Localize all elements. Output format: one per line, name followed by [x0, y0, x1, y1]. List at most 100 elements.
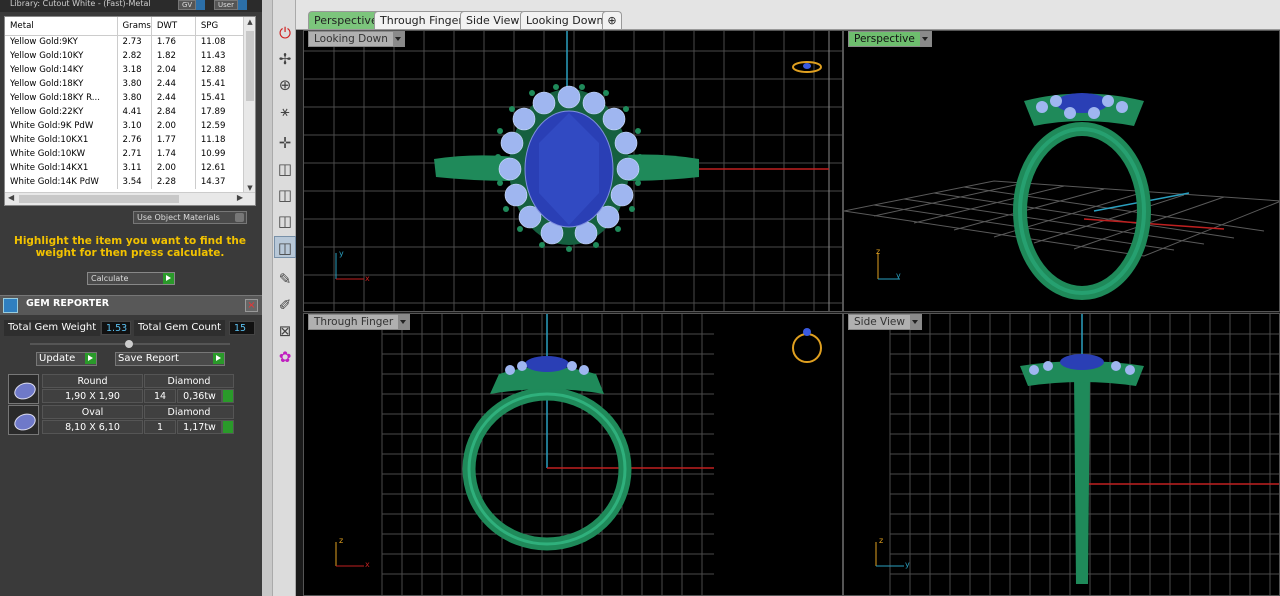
gem-shape: Round — [42, 374, 143, 388]
pencil-icon[interactable]: ✎ — [274, 268, 296, 290]
viewport-looking-down[interactable]: Looking Down y x — [303, 30, 843, 312]
axis-z-label: z — [879, 536, 884, 545]
table-row[interactable]: White Gold:14KX1 3.11 2.00 12.61 — [5, 161, 246, 175]
gem-weight: 0,36tw — [177, 389, 222, 403]
gem-row[interactable]: Oval Diamond 8,10 X 6,10 1 1,17tw — [8, 405, 236, 435]
save-report-button[interactable]: Save Report — [115, 352, 225, 366]
column-header-dwt[interactable]: DWT — [151, 17, 196, 36]
table-cell: 15.41 — [195, 77, 246, 91]
user-button[interactable]: User — [214, 0, 247, 10]
tab-looking-down[interactable]: Looking Down — [520, 11, 610, 29]
node-icon[interactable]: ⚹ — [274, 100, 296, 122]
table-cell: White Gold:10KW — [5, 147, 118, 161]
play-icon — [85, 353, 96, 364]
paint-icon[interactable]: ✐ — [274, 294, 296, 316]
table-row[interactable]: Yellow Gold:18KY 3.80 2.44 15.41 — [5, 77, 246, 91]
table-cell: White Gold:14KX1 — [5, 161, 118, 175]
cube-perspective-icon[interactable]: ◫ — [274, 158, 296, 180]
view-tabs: Perspective Through Finger Side View Loo… — [296, 0, 1280, 30]
user-dropdown-icon[interactable] — [237, 0, 247, 10]
table-row[interactable]: White Gold:10KX1 2.76 1.77 11.18 — [5, 133, 246, 147]
viewport-perspective[interactable]: Perspective z y — [843, 30, 1280, 312]
tab-side-view[interactable]: Side View — [460, 11, 526, 29]
chevron-down-icon[interactable] — [909, 315, 921, 329]
scroll-left-icon[interactable]: ◀ — [8, 193, 14, 202]
scroll-right-icon[interactable]: ▶ — [237, 193, 243, 202]
viewport-perspective-label[interactable]: Perspective — [848, 31, 932, 47]
panel-splitter[interactable] — [262, 0, 272, 596]
add-tab-icon[interactable]: ⊕ — [602, 11, 622, 29]
globe-icon[interactable]: ⊕ — [274, 74, 296, 96]
gem-count: 1 — [144, 420, 176, 434]
cube-top-icon[interactable]: ◫ — [274, 236, 296, 258]
metal-table-hscroll[interactable]: ◀ ▶ — [5, 192, 255, 205]
stop-icon[interactable]: ⏻ — [274, 22, 296, 44]
tab-perspective[interactable]: Perspective — [308, 11, 384, 29]
axis-y-label: y — [905, 560, 910, 569]
table-row[interactable]: Yellow Gold:14KY 3.18 2.04 12.88 — [5, 63, 246, 77]
table-cell: White Gold:14K PdW — [5, 175, 118, 189]
axis-icon[interactable]: ✛ — [274, 132, 296, 154]
instruction-text: Highlight the item you want to find the … — [14, 235, 246, 259]
table-cell: Yellow Gold:10KY — [5, 49, 118, 63]
viewport-side-view-label[interactable]: Side View — [848, 314, 922, 330]
gv-label: GV — [182, 1, 193, 9]
gem-reporter-header: GEM REPORTER × — [0, 295, 262, 315]
table-cell: White Gold:10KX1 — [5, 133, 118, 147]
slider-knob[interactable] — [125, 340, 133, 348]
chevron-down-icon[interactable] — [919, 32, 931, 46]
view-toolbar: ⏻ ✢ ⊕ ⚹ ✛ ◫ ◫ ◫ ◫ ✎ ✐ ⊠ ✿ — [272, 0, 296, 596]
table-cell: 1.77 — [151, 133, 196, 147]
scroll-up-icon[interactable]: ▲ — [245, 18, 255, 26]
column-header-spg[interactable]: SPG — [195, 17, 246, 36]
cube-front-icon[interactable]: ◫ — [274, 184, 296, 206]
scroll-down-icon[interactable]: ▼ — [245, 184, 255, 192]
viewport-through-finger-label[interactable]: Through Finger — [308, 314, 411, 330]
table-row[interactable]: White Gold:10KW 2.71 1.74 10.99 — [5, 147, 246, 161]
chevron-down-icon[interactable] — [398, 315, 410, 329]
gv-dropdown-icon[interactable] — [196, 0, 206, 10]
total-gem-count-label: Total Gem Count — [134, 320, 226, 336]
update-button[interactable]: Update — [36, 352, 97, 366]
table-cell: 2.73 — [117, 35, 152, 49]
table-row[interactable]: Yellow Gold:9KY 2.73 1.76 11.08 — [5, 35, 246, 49]
gem-size: 8,10 X 6,10 — [42, 420, 143, 434]
table-row[interactable]: Yellow Gold:18KY R... 3.80 2.44 15.41 — [5, 91, 246, 105]
gem-material: Diamond — [144, 374, 234, 388]
column-header-metal[interactable]: Metal — [5, 17, 118, 36]
table-row[interactable]: White Gold:9K PdW 3.10 2.00 12.59 — [5, 119, 246, 133]
metal-table-vscroll[interactable]: ▲ ▼ — [243, 17, 255, 193]
scroll-thumb[interactable] — [246, 31, 254, 101]
table-row[interactable]: Yellow Gold:22KY 4.41 2.84 17.89 — [5, 105, 246, 119]
play-icon[interactable] — [222, 389, 234, 403]
gem-reporter-slider[interactable] — [30, 340, 230, 348]
gem-settings-icon[interactable]: ✿ — [274, 346, 296, 368]
table-row[interactable]: White Gold:14K PdW 3.54 2.28 14.37 — [5, 175, 246, 189]
table-cell: Yellow Gold:18KY R... — [5, 91, 118, 105]
table-row[interactable]: Yellow Gold:10KY 2.82 1.82 11.43 — [5, 49, 246, 63]
metal-weight-table: Metal Grams DWT SPG Yellow Gold:9KY 2.73 1… — [4, 16, 256, 206]
tripod-icon[interactable]: ✢ — [274, 48, 296, 70]
grid-box-icon[interactable]: ⊠ — [274, 320, 296, 342]
use-object-materials-toggle[interactable]: Use Object Materials — [133, 211, 247, 224]
gv-button[interactable]: GV — [178, 0, 206, 10]
table-cell: 4.41 — [117, 105, 152, 119]
close-icon[interactable]: × — [245, 299, 258, 312]
use-object-materials-label: Use Object Materials — [137, 213, 220, 222]
tab-through-finger[interactable]: Through Finger — [374, 11, 469, 29]
play-icon[interactable] — [222, 420, 234, 434]
column-header-grams[interactable]: Grams — [117, 17, 152, 36]
viewport-through-finger[interactable]: Through Finger z x — [303, 313, 843, 596]
table-cell: 3.80 — [117, 77, 152, 91]
viewport-side-view[interactable]: Side View z y — [843, 313, 1280, 596]
calculate-button[interactable]: Calculate — [87, 272, 175, 285]
hscroll-thumb[interactable] — [19, 195, 179, 203]
chevron-down-icon[interactable] — [392, 32, 404, 46]
gem-row[interactable]: Round Diamond 1,90 X 1,90 14 0,36tw — [8, 374, 236, 404]
viewport-name: Perspective — [854, 33, 915, 45]
table-cell: 2.82 — [117, 49, 152, 63]
play-icon — [163, 273, 174, 284]
viewport-looking-down-label[interactable]: Looking Down — [308, 31, 405, 47]
cube-side-icon[interactable]: ◫ — [274, 210, 296, 232]
table-cell: 3.54 — [117, 175, 152, 189]
